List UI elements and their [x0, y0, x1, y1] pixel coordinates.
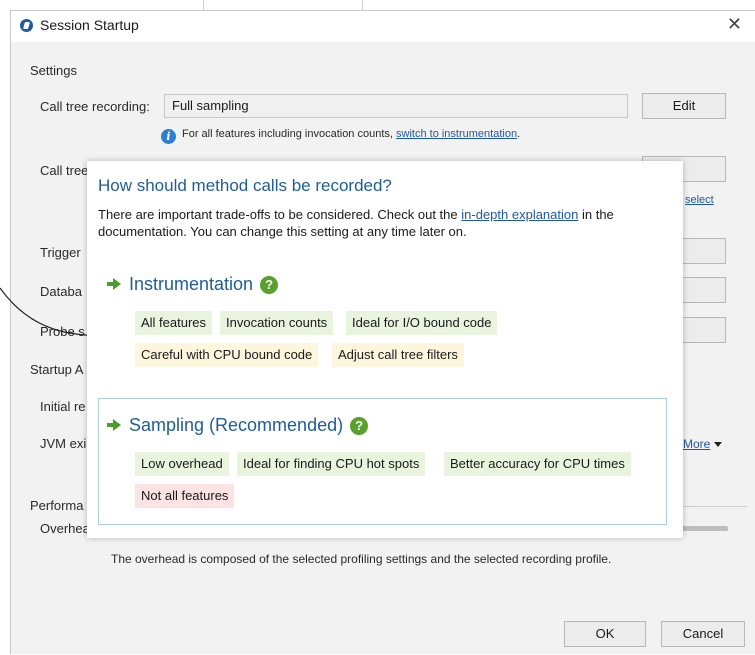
settings-section-label: Settings: [30, 63, 77, 78]
call-tree-recording-label: Call tree recording:: [40, 99, 150, 114]
ok-button[interactable]: OK: [564, 621, 646, 647]
popup-description: There are important trade-offs to be con…: [98, 206, 668, 240]
popup-title: How should method calls be recorded?: [98, 176, 392, 195]
title-bar: Session Startup ✕: [11, 11, 755, 42]
recording-method-popup: How should method calls be recorded? The…: [87, 161, 683, 538]
more-label: More: [683, 437, 711, 451]
cancel-button[interactable]: Cancel: [661, 621, 745, 647]
background-strip: [0, 0, 755, 10]
instrumentation-pro-tag: All features: [135, 311, 213, 335]
sampling-heading: Sampling (Recommended): [129, 415, 344, 435]
app-icon: [20, 19, 33, 32]
call-tree-filters-label: Call tree: [40, 163, 89, 178]
sampling-pro-tag: Better accuracy for CPU times: [444, 452, 631, 476]
performance-section-label: Performa: [30, 498, 84, 513]
sampling-con-tag: Not all features: [135, 484, 235, 508]
chevron-down-icon: [714, 442, 723, 447]
jvm-exit-label: JVM exi: [40, 436, 87, 451]
sampling-pro-tag: Ideal for finding CPU hot spots: [237, 452, 426, 476]
overhead-note: The overhead is composed of the selected…: [111, 552, 612, 566]
startup-section-label: Startup A: [30, 362, 84, 377]
select-link[interactable]: select: [685, 194, 714, 206]
help-icon[interactable]: ?: [260, 276, 279, 294]
section-separator: [681, 506, 747, 507]
hint-text: For all features including invocation co…: [182, 128, 393, 140]
sampling-pro-tag: Low overhead: [135, 452, 229, 476]
arrow-right-icon: [107, 277, 121, 291]
instrumentation-warning-tag: Adjust call tree filters: [332, 343, 464, 367]
instrumentation-pro-tag: Invocation counts: [220, 311, 334, 335]
instrumentation-option[interactable]: Instrumentation?: [107, 274, 279, 295]
background-divider: [203, 0, 204, 10]
hint-suffix: .: [517, 128, 521, 140]
info-icon: i: [161, 129, 176, 144]
instrumentation-warning-tag: Careful with CPU bound code: [135, 343, 319, 367]
window-title: Session Startup: [40, 17, 139, 33]
switch-to-instrumentation-link[interactable]: switch to instrumentation: [396, 128, 517, 140]
popup-description-text: There are important trade-offs to be con…: [98, 207, 458, 222]
background-divider: [362, 0, 363, 10]
instrumentation-hint: i For all features including invocation c…: [161, 128, 520, 144]
arrow-right-icon: [107, 418, 121, 432]
in-depth-explanation-link[interactable]: in-depth explanation: [461, 207, 578, 222]
help-icon[interactable]: ?: [350, 417, 369, 435]
instrumentation-heading: Instrumentation: [129, 274, 254, 294]
initial-recording-label: Initial re: [40, 399, 86, 414]
sampling-option[interactable]: Sampling (Recommended)?: [107, 415, 369, 436]
call-tree-recording-field[interactable]: Full sampling: [164, 94, 628, 118]
call-tree-recording-edit-button[interactable]: Edit: [642, 93, 726, 119]
close-icon[interactable]: ✕: [727, 14, 742, 35]
trigger-label: Trigger: [40, 245, 81, 260]
databases-label: Databa: [40, 284, 82, 299]
probes-label: Probe s: [40, 324, 85, 339]
instrumentation-pro-tag: Ideal for I/O bound code: [346, 311, 498, 335]
more-link[interactable]: More: [683, 437, 723, 451]
